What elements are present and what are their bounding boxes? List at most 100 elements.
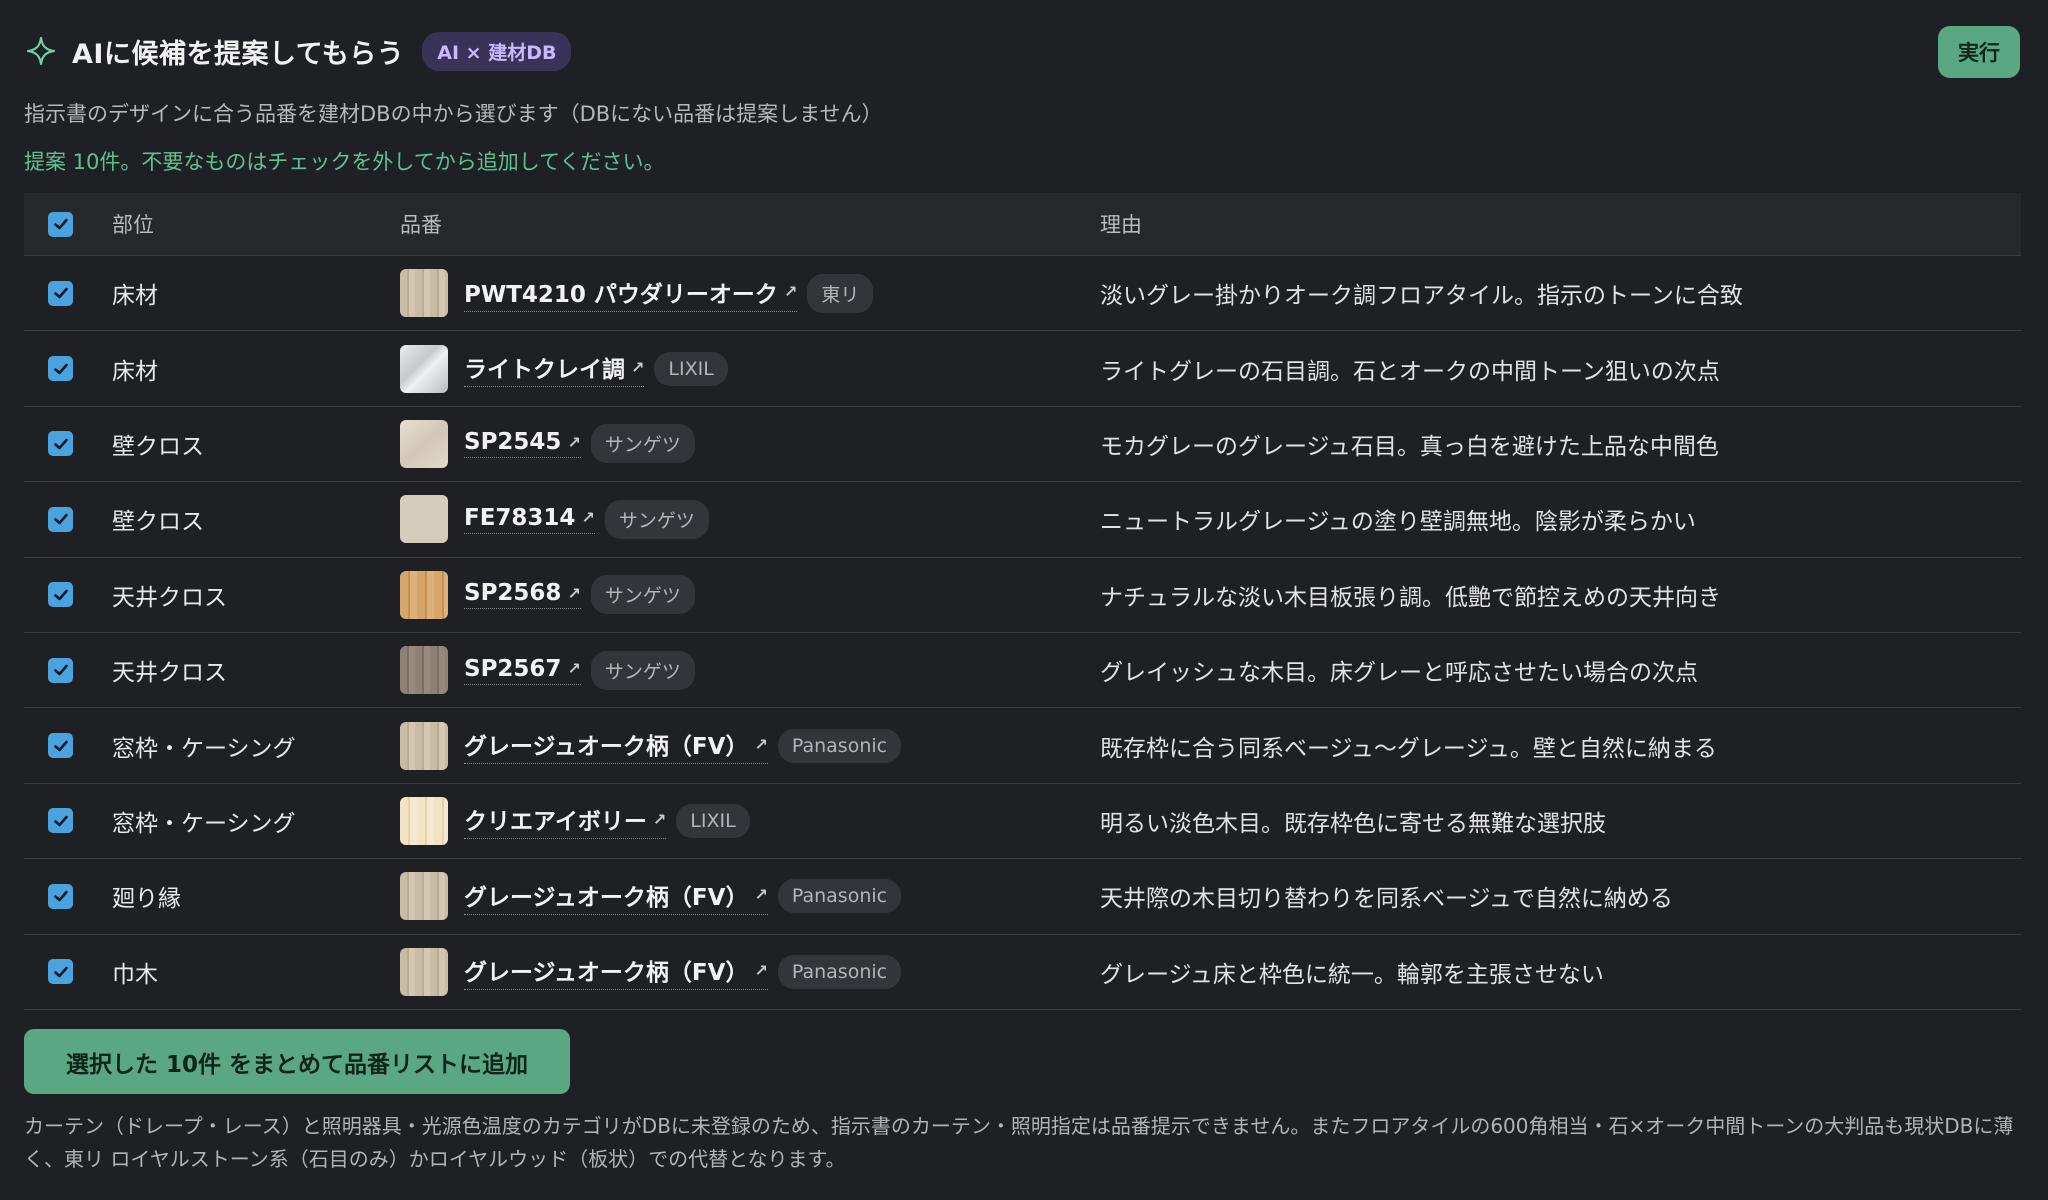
maker-badge: サンゲツ [604,499,709,539]
select-all-checkbox[interactable] [48,211,73,237]
product-name: グレージュオーク柄（FV） [464,734,749,761]
check-icon [53,740,68,751]
row-product-cell: グレージュオーク柄（FV） ↗ Panasonic [400,872,1100,921]
row-checkbox[interactable] [48,431,73,457]
product-link[interactable]: SP2545 ↗ [464,429,581,459]
row-product-cell: SP2545 ↗ サンゲツ [400,419,1100,468]
product-link[interactable]: クリエアイボリー ↗ [464,802,667,840]
table-row: 壁クロス FE78314 ↗ サンゲツ ニュートラルグレージュの塗り壁調無地。陰… [24,482,2021,558]
external-link-icon: ↗ [754,960,768,980]
maker-badge: LIXIL [676,803,750,838]
row-part: 廻り縁 [112,886,181,913]
maker-badge: LIXIL [654,351,728,386]
add-to-list-button[interactable]: 選択した 10件 をまとめて品番リストに追加 [24,1029,570,1094]
material-swatch [400,419,448,468]
row-product-cell: クリエアイボリー ↗ LIXIL [400,796,1100,845]
product-name: FE78314 [464,504,576,531]
header-part: 部位 [112,213,154,237]
material-swatch [400,872,448,921]
external-link-icon: ↗ [581,508,595,528]
suggestion-table: 部位 品番 理由 床材 PWT4210 パウダリーオーク ↗ 東リ 淡いグレー掛… [24,193,2021,1010]
panel-title: AIに候補を提案してもらう [72,38,405,70]
maker-badge: Panasonic [777,954,902,989]
product-name: PWT4210 パウダリーオーク [464,281,778,308]
row-reason: 天井際の木目切り替わりを同系ベージュで自然に納める [1100,886,1673,913]
row-part: 天井クロス [112,584,227,611]
table-row: 天井クロス SP2568 ↗ サンゲツ ナチュラルな淡い木目板張り調。低艶で節控… [24,558,2021,633]
material-swatch [400,947,448,996]
maker-badge: サンゲツ [590,424,695,464]
run-button[interactable]: 実行 [1938,26,2020,78]
row-part: 壁クロス [112,509,204,536]
row-reason: モカグレーのグレージュ石目。真っ白を避けた上品な中間色 [1100,433,1719,460]
check-icon [53,363,68,374]
row-product-cell: グレージュオーク柄（FV） ↗ Panasonic [400,947,1100,996]
maker-badge: Panasonic [777,879,902,914]
table-row: 廻り縁 グレージュオーク柄（FV） ↗ Panasonic 天井際の木目切り替わ… [24,859,2021,935]
check-icon [53,664,68,676]
row-checkbox[interactable] [48,356,73,382]
external-link-icon: ↗ [567,432,581,452]
material-swatch [400,796,448,845]
table-header: 部位 品番 理由 [24,193,2021,256]
row-product-cell: SP2567 ↗ サンゲツ [400,646,1100,695]
product-name: クリエアイボリー [464,809,647,836]
check-icon [53,966,68,978]
row-part: 巾木 [112,961,158,988]
row-product-cell: グレージュオーク柄（FV） ↗ Panasonic [400,721,1100,770]
product-link[interactable]: FE78314 ↗ [464,505,595,534]
external-link-icon: ↗ [631,357,645,377]
db-coverage-note: カーテン（ドレープ・レース）と照明器具・光源色温度のカテゴリがDBに未登録のため… [24,1114,2014,1171]
row-product-cell: ライトクレイ調 ↗ LIXIL [400,344,1100,393]
product-name: グレージュオーク柄（FV） [464,960,749,987]
product-link[interactable]: SP2567 ↗ [464,656,581,685]
row-checkbox[interactable] [48,808,73,834]
table-row: 天井クロス SP2567 ↗ サンゲツ グレイッシュな木目。床グレーと呼応させた… [24,633,2021,709]
row-checkbox[interactable] [48,733,73,759]
row-part: 天井クロス [112,660,227,687]
header-reason: 理由 [1100,213,1142,237]
sparkle-icon [24,34,58,68]
material-swatch [400,269,448,318]
material-swatch [400,344,448,393]
product-name: グレージュオーク柄（FV） [464,884,749,911]
table-row: 窓枠・ケーシング グレージュオーク柄（FV） ↗ Panasonic 既存枠に合… [24,708,2021,784]
product-name: ライトクレイ調 [464,357,625,384]
material-swatch [400,570,448,619]
panel-description: 指示書のデザインに合う品番を建材DBの中から選びます（DBにない品番は提案しませ… [24,102,883,126]
product-name: SP2567 [464,655,562,682]
row-checkbox[interactable] [48,582,73,608]
maker-badge: サンゲツ [590,575,695,615]
product-link[interactable]: PWT4210 パウダリーオーク ↗ [464,275,798,312]
row-checkbox[interactable] [48,506,73,532]
suggestion-count-notice: 提案 10件。不要なものはチェックを外してから追加してください。 [24,150,665,174]
row-checkbox[interactable] [48,657,73,683]
ai-suggestion-panel: AIに候補を提案してもらう AI × 建材DB 実行 指示書のデザインに合う品番… [0,0,2048,1200]
row-reason: ナチュラルな淡い木目板張り調。低艶で節控えめの天井向き [1100,584,1721,611]
row-checkbox[interactable] [48,280,73,306]
row-product-cell: FE78314 ↗ サンゲツ [400,495,1100,544]
product-name: SP2545 [464,429,562,456]
row-part: 壁クロス [112,433,204,460]
product-link[interactable]: グレージュオーク柄（FV） ↗ [464,727,768,765]
row-checkbox[interactable] [48,959,73,985]
row-reason: 明るい淡色木目。既存枠色に寄せる無難な選択肢 [1100,810,1606,837]
external-link-icon: ↗ [754,734,768,754]
ai-db-badge: AI × 建材DB [422,31,572,71]
table-row: 床材 ライトクレイ調 ↗ LIXIL ライトグレーの石目調。石とオークの中間トー… [24,331,2021,407]
external-link-icon: ↗ [567,583,581,603]
row-reason: 淡いグレー掛かりオーク調フロアタイル。指示のトーンに合致 [1100,283,1743,310]
row-part: 床材 [112,283,158,310]
table-row: 窓枠・ケーシング クリエアイボリー ↗ LIXIL 明るい淡色木目。既存枠色に寄… [24,784,2021,860]
row-checkbox[interactable] [48,883,73,909]
product-link[interactable]: ライトクレイ調 ↗ [464,350,645,388]
check-icon [53,218,68,230]
table-body: 床材 PWT4210 パウダリーオーク ↗ 東リ 淡いグレー掛かりオーク調フロア… [24,256,2021,1010]
product-link[interactable]: グレージュオーク柄（FV） ↗ [464,878,768,915]
product-link[interactable]: グレージュオーク柄（FV） ↗ [464,953,768,991]
maker-badge: サンゲツ [590,650,695,690]
row-reason: グレージュ床と枠色に統一。輪郭を主張させない [1100,961,1604,988]
product-link[interactable]: SP2568 ↗ [464,580,581,610]
material-swatch [400,721,448,770]
material-swatch [400,646,448,695]
